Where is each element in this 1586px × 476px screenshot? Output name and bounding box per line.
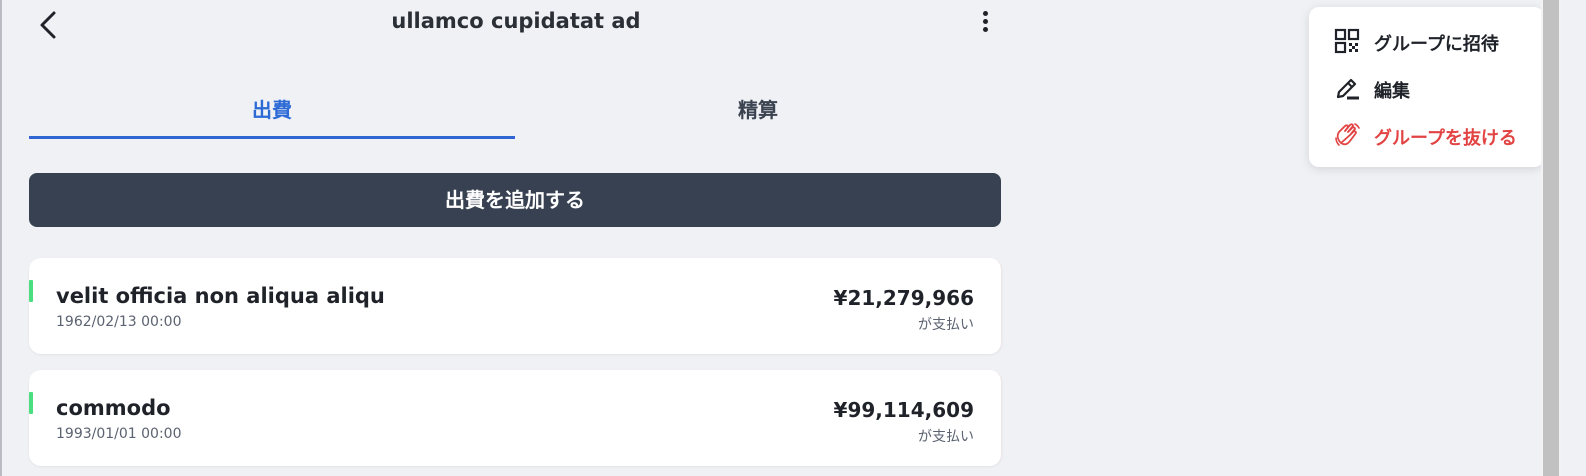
more-options-button[interactable] [972,6,998,36]
expense-title: commodo [56,396,171,420]
expense-date: 1962/02/13 00:00 [56,314,182,330]
menu-item-label: 編集 [1374,81,1410,102]
expense-paid-by: が支払い [918,429,974,445]
tab-bar: 出費 精算 [29,86,1001,142]
menu-item-label: グループを抜ける [1374,128,1517,149]
active-tab-indicator [29,136,515,139]
add-expense-button[interactable]: 出費を追加する [29,173,1001,227]
menu-item-edit[interactable]: 編集 [1309,66,1544,110]
menu-item-leave-group[interactable]: グループを抜ける [1309,113,1544,157]
expense-card[interactable]: velit officia non aliqua aliqu 1962/02/1… [29,258,1002,354]
expense-paid-by: が支払い [918,317,974,333]
card-accent-bar [29,280,33,302]
options-menu: グループに招待 編集 グループを抜ける [1309,7,1544,167]
page-title: ullamco cupidatat ad [391,9,641,33]
group-expense-screen: ullamco cupidatat ad 出費 精算 出費を追加する velit… [2,0,1026,476]
page: ullamco cupidatat ad 出費 精算 出費を追加する velit… [0,0,1586,476]
expense-card[interactable]: commodo 1993/01/01 00:00 ¥99,114,609 が支払… [29,370,1002,466]
tab-expenses[interactable]: 出費 [29,86,515,138]
qr-code-icon [1334,28,1360,54]
tab-settlement[interactable]: 精算 [515,86,1001,138]
card-accent-bar [29,392,33,414]
header: ullamco cupidatat ad [2,0,1026,50]
wave-hand-icon [1335,123,1360,146]
more-vertical-icon [982,10,988,16]
edit-pen-icon [1336,78,1359,100]
menu-item-invite[interactable]: グループに招待 [1309,19,1544,63]
expense-title: velit officia non aliqua aliqu [56,284,385,308]
expense-amount: ¥21,279,966 [833,286,974,310]
expense-date: 1993/01/01 00:00 [56,426,182,442]
menu-item-label: グループに招待 [1374,34,1499,55]
expense-amount: ¥99,114,609 [833,398,974,422]
scrollbar-thumb[interactable] [1543,0,1559,476]
